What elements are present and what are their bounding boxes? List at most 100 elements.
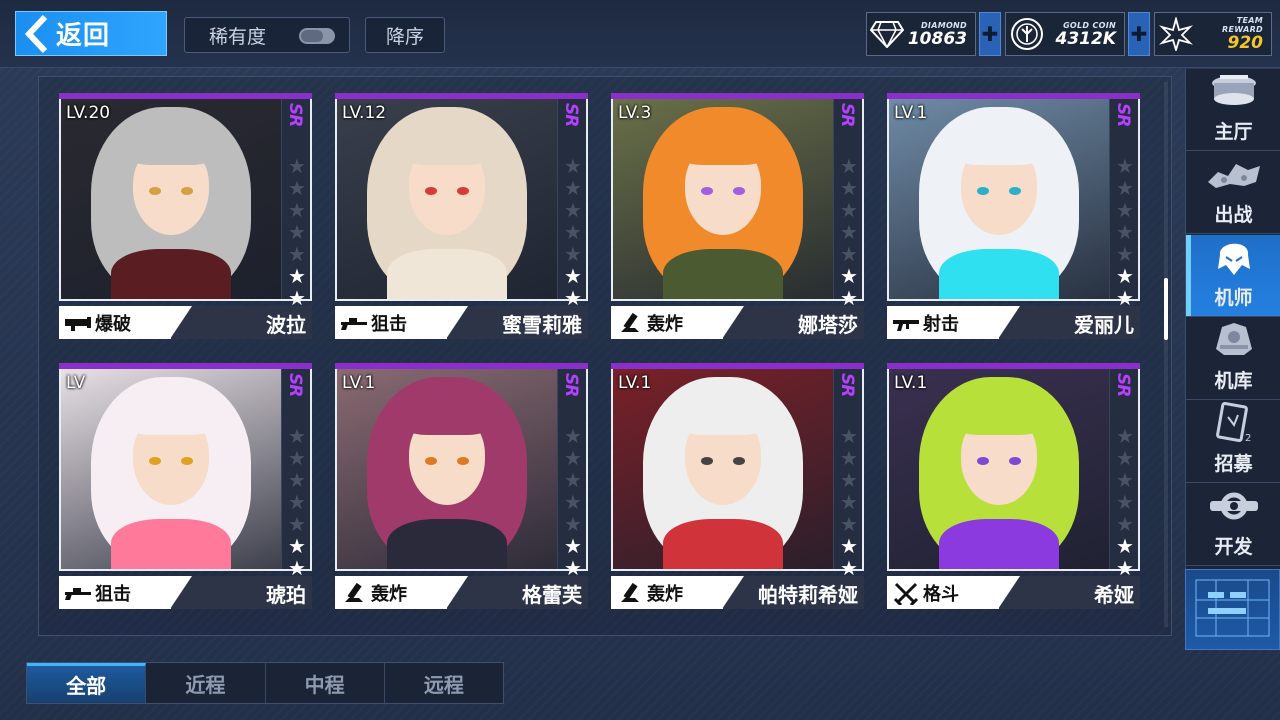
- star-icon: ★: [1116, 534, 1134, 558]
- pilot-portrait: [889, 369, 1109, 569]
- pilot-name: 蜜雪莉雅: [502, 313, 582, 337]
- card-info-bar: 射击 爱丽儿: [887, 306, 1140, 339]
- star-icon: ★: [288, 264, 306, 288]
- sidebar-label-hangar: 机库: [1214, 370, 1253, 392]
- team-reward-value: 920: [1227, 33, 1264, 53]
- star-icon: ★: [1116, 242, 1134, 266]
- rarity-badge: SR: [561, 373, 581, 397]
- tab-mid-range[interactable]: 中程: [266, 663, 385, 703]
- rarity-badge: SR: [1113, 103, 1133, 127]
- star-icon: ★: [288, 468, 306, 492]
- pilot-type: 射击: [923, 313, 959, 335]
- star-icon: ★: [840, 468, 858, 492]
- star-icon: ★: [840, 490, 858, 514]
- star-icon: ★: [564, 446, 582, 470]
- sidebar-label-pilot: 机师: [1214, 287, 1253, 309]
- tab-label-all: 全部: [66, 674, 107, 698]
- mortar-icon: [613, 576, 647, 609]
- pilot-level: LV.12: [342, 103, 387, 123]
- mortar-icon: [337, 576, 371, 609]
- diamond-icon: [867, 13, 908, 55]
- add-gold-button[interactable]: ✚: [1128, 12, 1150, 56]
- pilot-name: 帕特莉希娅: [758, 583, 858, 607]
- pilot-type: 轰炸: [371, 583, 407, 605]
- star-icon: ★: [288, 242, 306, 266]
- star-icon: ★: [840, 176, 858, 200]
- pilot-type: 轰炸: [647, 313, 683, 335]
- star-icon: ★: [564, 512, 582, 536]
- gold-coin-counter: GOLD COIN 4312K: [1005, 12, 1125, 56]
- order-sort-button[interactable]: 降序: [365, 17, 445, 53]
- star-icon: ★: [288, 198, 306, 222]
- back-button[interactable]: 返回: [15, 11, 167, 56]
- pilot-card[interactable]: SR ★★★★★★★★ LV.20 爆破 波拉: [59, 93, 312, 339]
- star-icon: ★: [840, 534, 858, 558]
- sidebar-item-pilot[interactable]: 机师: [1186, 235, 1280, 317]
- pilot-level: LV.1: [894, 103, 928, 123]
- sidebar-item-hangar[interactable]: 机库: [1186, 318, 1280, 400]
- card-info-bar: 爆破 波拉: [59, 306, 312, 339]
- star-rating: ★★★★★★★★: [286, 155, 308, 331]
- pilot-type: 轰炸: [647, 583, 683, 605]
- add-diamond-button[interactable]: ✚: [979, 12, 1001, 56]
- star-icon: ★: [1116, 220, 1134, 244]
- pilot-card[interactable]: SR ★★★★★★★★ LV.3 轰炸 娜塔莎: [611, 93, 864, 339]
- minimap-panel[interactable]: [1185, 569, 1280, 650]
- star-icon: ★: [1116, 264, 1134, 288]
- sidebar-item-hall[interactable]: 主厅: [1186, 69, 1280, 151]
- star-icon: ★: [564, 264, 582, 288]
- card-info-bar: 狙击 琥珀: [59, 576, 312, 609]
- tab-all[interactable]: 全部: [27, 663, 147, 703]
- pilot-card[interactable]: SR ★★★★★★★★ LV.1 轰炸 帕特莉希娅: [611, 363, 864, 609]
- recruit-card-icon: 2: [1204, 401, 1264, 445]
- star-icon: ★: [1116, 512, 1134, 536]
- pilot-card[interactable]: SR ★★★★★★★★ LV.1 格斗 希娅: [887, 363, 1140, 609]
- rarity-sort-button[interactable]: 稀有度: [184, 17, 350, 53]
- tab-long-range[interactable]: 远程: [385, 663, 503, 703]
- star-icon: ★: [1116, 424, 1134, 448]
- pilot-card[interactable]: SR ★★★★★★★★ LV.1 射击 爱丽儿: [887, 93, 1140, 339]
- pilot-card[interactable]: SR ★★★★★★★★ LV.1 轰炸 格蕾芙: [335, 363, 588, 609]
- card-side-panel: SR ★★★★★★★★: [833, 99, 862, 331]
- sidebar-item-develop[interactable]: 开发: [1186, 484, 1280, 566]
- star-icon: ★: [840, 424, 858, 448]
- star-rating: ★★★★★★★★: [562, 425, 584, 601]
- back-label: 返回: [56, 21, 111, 51]
- sidebar-item-recruit[interactable]: 2 招募: [1186, 401, 1280, 483]
- star-icon: ★: [564, 468, 582, 492]
- sidebar-item-sortie[interactable]: 出战: [1186, 152, 1280, 234]
- rarity-badge: SR: [1113, 373, 1133, 397]
- star-icon: ★: [288, 154, 306, 178]
- star-rating: ★★★★★★★★: [1114, 155, 1136, 331]
- pilot-icon: [1204, 235, 1264, 279]
- star-icon: ★: [288, 220, 306, 244]
- range-filter-tabs: 全部 近程 中程 远程: [26, 662, 504, 704]
- rocket-launcher-icon: [61, 306, 95, 339]
- crossed-swords-icon: [889, 576, 923, 609]
- tab-label-melee: 近程: [185, 672, 226, 697]
- scrollbar-thumb[interactable]: [1164, 278, 1168, 340]
- pilot-card[interactable]: SR ★★★★★★★★ LV.12 狙击 蜜雪莉雅: [335, 93, 588, 339]
- star-icon: ★: [840, 220, 858, 244]
- tab-melee[interactable]: 近程: [146, 663, 266, 703]
- star-icon: ★: [288, 534, 306, 558]
- star-icon: ★: [840, 198, 858, 222]
- rarity-label: 稀有度: [209, 25, 267, 48]
- star-rating: ★★★★★★★★: [562, 155, 584, 331]
- star-icon: ★: [840, 446, 858, 470]
- scroll-track: [1164, 82, 1168, 627]
- pilot-portrait: [613, 99, 833, 299]
- team-reward-caption: TEAM REWARD: [1222, 16, 1263, 34]
- pilot-type: 狙击: [95, 583, 131, 605]
- sidebar-label-recruit: 招募: [1214, 453, 1253, 475]
- pilot-portrait: [889, 99, 1109, 299]
- pilot-type: 狙击: [371, 313, 407, 335]
- sidebar-label-sortie: 出战: [1214, 204, 1253, 226]
- pilot-card[interactable]: SR ★★★★★★★★ LV 狙击 琥珀: [59, 363, 312, 609]
- star-icon: ★: [840, 242, 858, 266]
- pilot-name: 爱丽儿: [1074, 313, 1134, 337]
- tab-label-long-range: 远程: [423, 672, 464, 697]
- card-side-panel: SR ★★★★★★★★: [281, 369, 310, 601]
- card-side-panel: SR ★★★★★★★★: [281, 99, 310, 331]
- star-icon: ★: [564, 198, 582, 222]
